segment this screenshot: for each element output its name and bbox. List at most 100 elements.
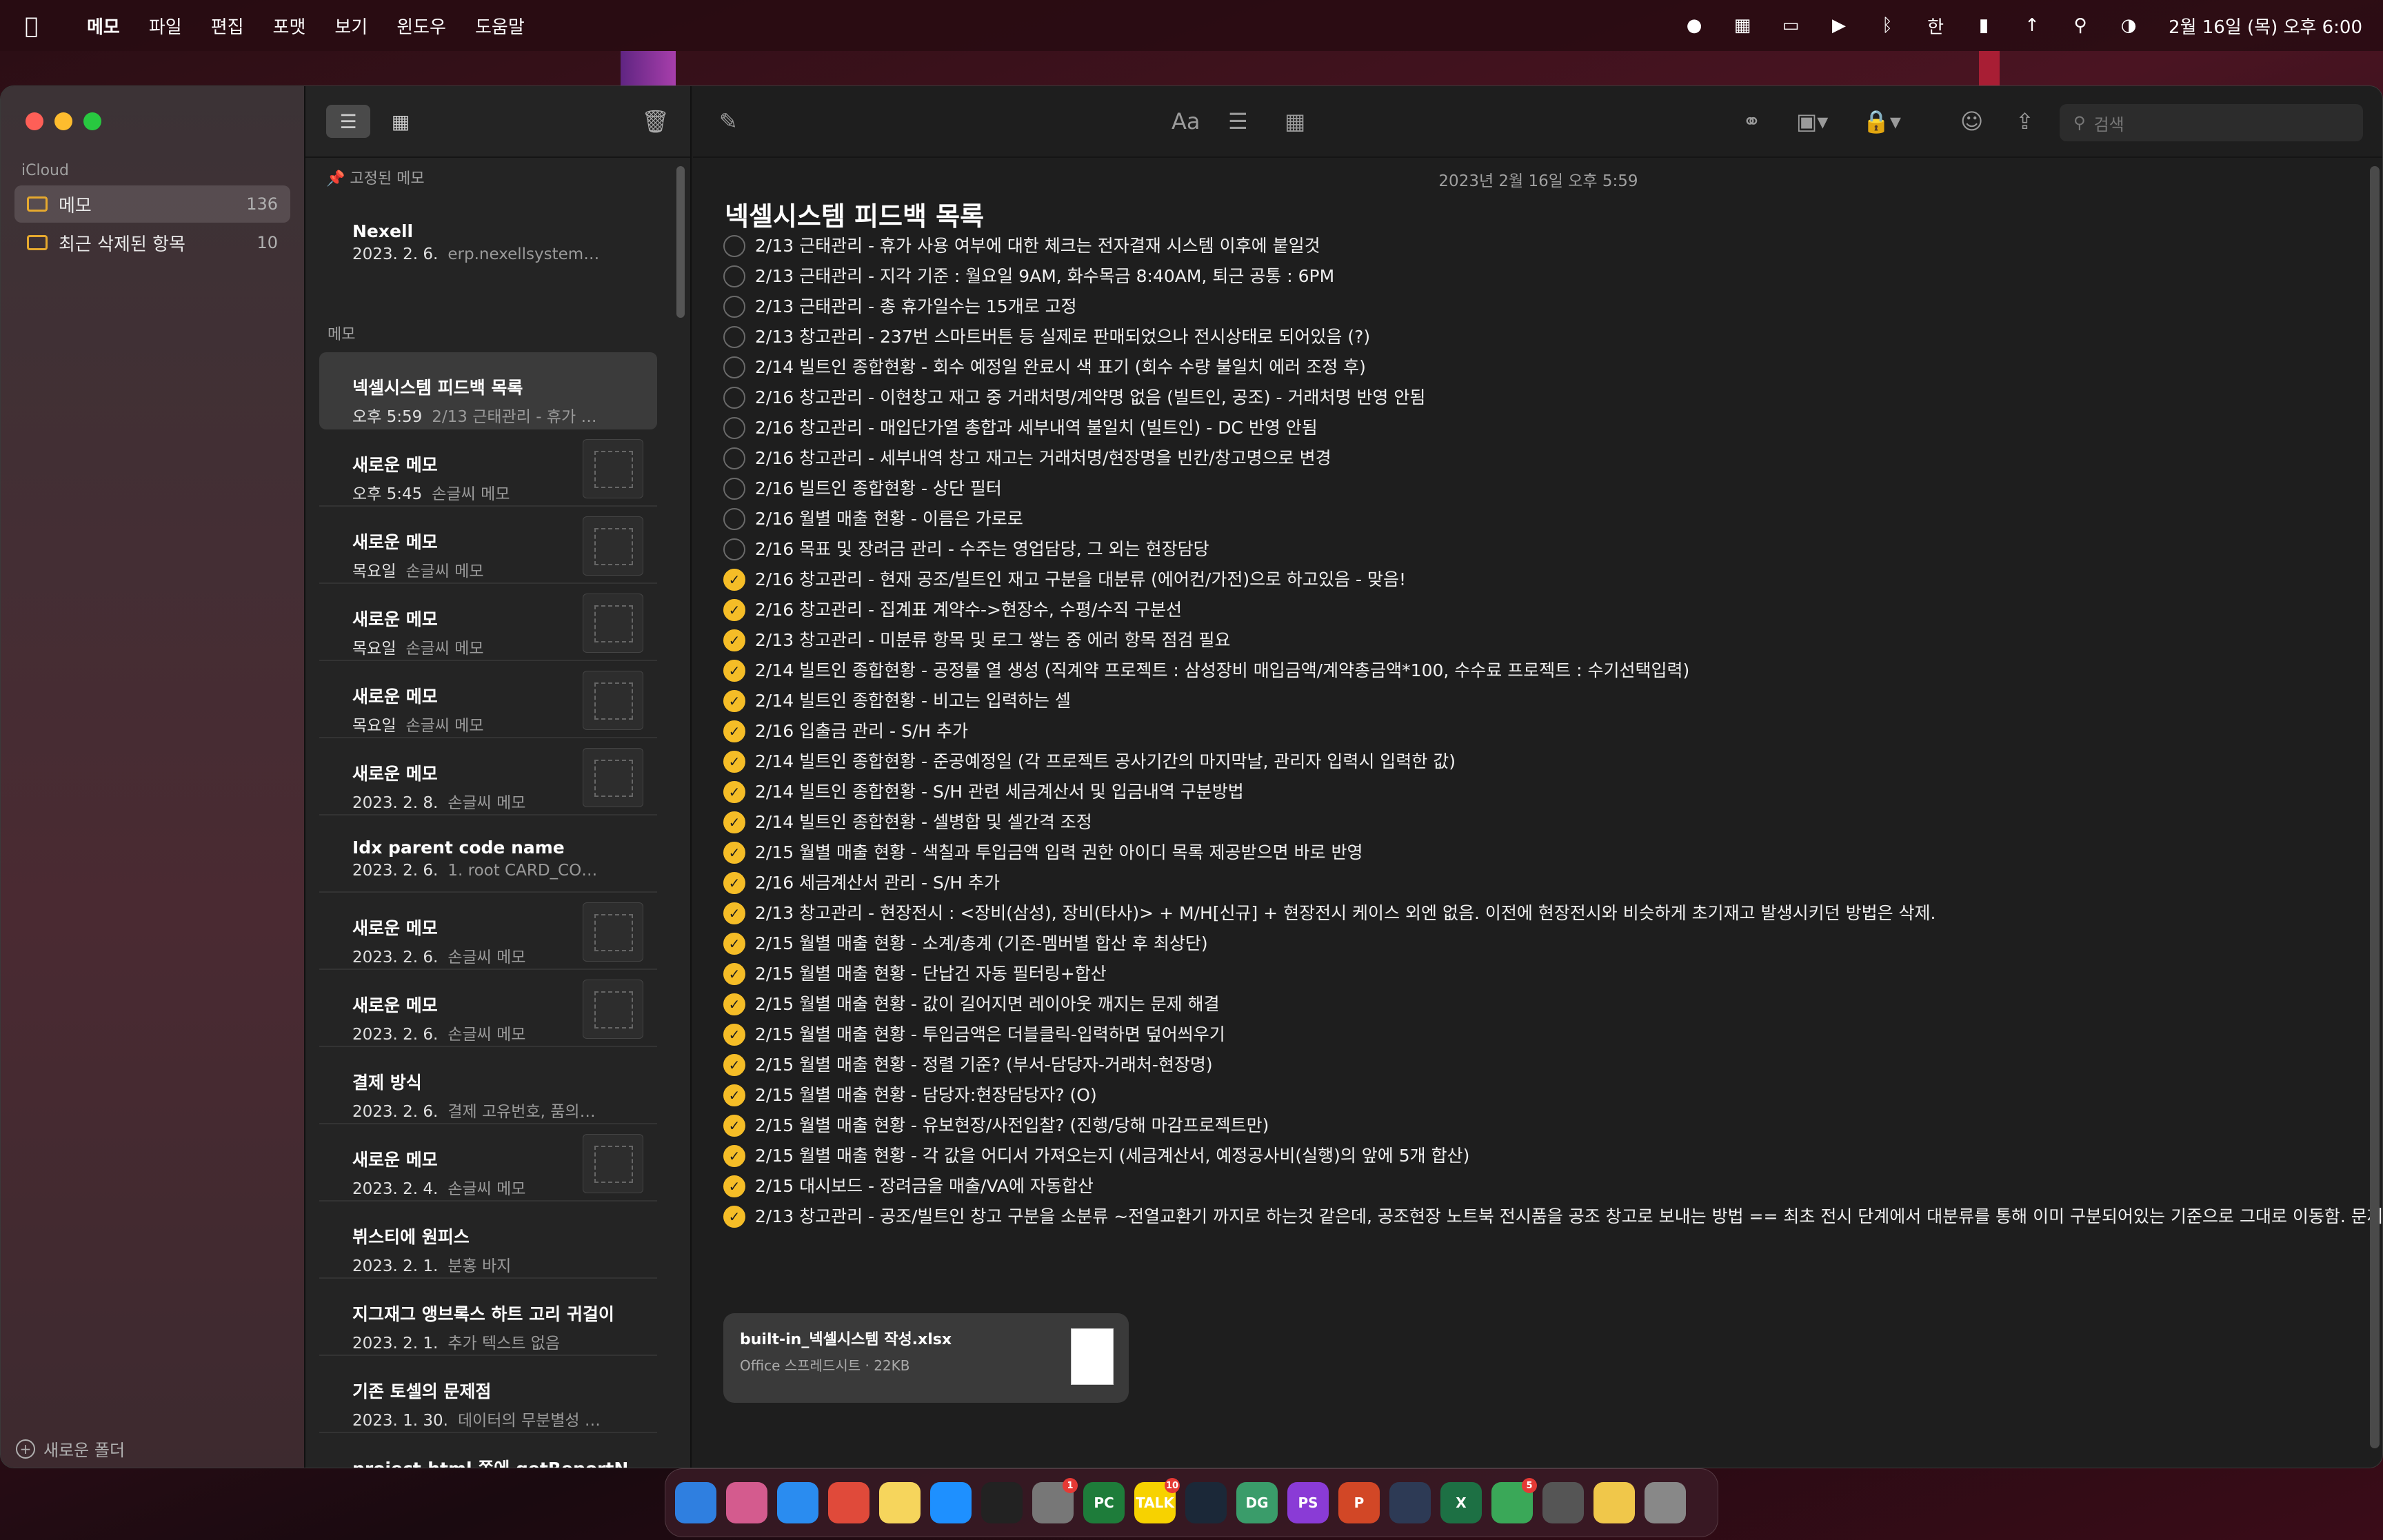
app-store-icon[interactable] (930, 1482, 972, 1523)
trash-icon[interactable] (1645, 1482, 1686, 1523)
checklist-text[interactable]: 2/15 월별 매출 현황 - 담당자:현장담당자? (O) (755, 1083, 2309, 1108)
list-item[interactable]: 넥셀시스템 피드백 목록오후 5:59 2/13 근태관리 - 휴가 사용... (319, 352, 657, 429)
checklist-text[interactable]: 2/14 빌트인 종합현황 - 셀병합 및 셀간격 조정 (755, 810, 2309, 835)
media-icon[interactable]: ▣▾ (1796, 108, 1828, 134)
close-button[interactable] (26, 112, 43, 130)
list-scrollbar[interactable] (676, 166, 685, 318)
checked-circle-icon[interactable]: ✓ (723, 1024, 745, 1046)
checklist-text[interactable]: 2/16 세금계산서 관리 - S/H 추가 (755, 871, 2309, 895)
chrome-icon[interactable] (828, 1482, 869, 1523)
list-item[interactable]: 결제 방식 2023. 2. 6. 결제 고유번호, 품의서 번... (319, 1047, 657, 1124)
photos-icon[interactable]: 5 (1491, 1478, 1537, 1523)
menu-file[interactable]: 파일 (149, 13, 182, 39)
launchpad-icon[interactable] (726, 1482, 767, 1523)
list-item[interactable]: 뷔스티에 원피스 2023. 2. 1. 분홍 바지 (319, 1202, 657, 1279)
checked-circle-icon[interactable]: ✓ (723, 842, 745, 864)
unchecked-circle-icon[interactable] (723, 538, 745, 560)
checklist-text[interactable]: 2/14 빌트인 종합현황 - 회수 예정일 완료시 색 표기 (회수 수량 불… (755, 355, 2309, 380)
menu-help[interactable]: 도움말 (475, 13, 525, 39)
checked-circle-icon[interactable]: ✓ (723, 902, 745, 924)
settings-icon[interactable]: 1 (1032, 1478, 1078, 1523)
checked-circle-icon[interactable]: ✓ (723, 963, 745, 985)
pycharm-icon[interactable]: PC (1083, 1482, 1125, 1523)
checklist-text[interactable]: 2/16 월별 매출 현황 - 이름은 가로로 (755, 507, 2309, 531)
checklist-text[interactable]: 2/15 월별 매출 현황 - 정렬 기준? (부서-담당자-거래처-현장명) (755, 1053, 2309, 1077)
unchecked-circle-icon[interactable] (723, 447, 745, 469)
checklist-text[interactable]: 2/15 월별 매출 현황 - 유보현장/사전입찰? (진행/당해 마감프로젝트… (755, 1113, 2309, 1138)
checklist-text[interactable]: 2/16 창고관리 - 이현창고 재고 중 거래처명/계약명 없음 (빌트인, … (755, 385, 2309, 410)
list-item[interactable]: 새로운 메모 2023. 2. 8. 손글씨 메모 (319, 738, 657, 815)
terminal-icon[interactable] (981, 1482, 1023, 1523)
finder-icon[interactable] (675, 1482, 716, 1523)
checklist-text[interactable]: 2/14 빌트인 종합현황 - 준공예정일 (각 프로젝트 공사기간의 마지막날… (755, 749, 2309, 774)
notes-2-icon[interactable] (1593, 1482, 1635, 1523)
checked-circle-icon[interactable]: ✓ (723, 993, 745, 1015)
unchecked-circle-icon[interactable] (723, 508, 745, 530)
safari-icon[interactable] (777, 1482, 818, 1523)
phpstorm-icon[interactable]: PS (1287, 1482, 1329, 1523)
checklist-text[interactable]: 2/15 월별 매출 현황 - 투입금액은 더블클릭-입력하면 덮어씌우기 (755, 1022, 2309, 1047)
checklist-text[interactable]: 2/15 월별 매출 현황 - 값이 길어지면 레이아웃 깨지는 문제 해결 (755, 992, 2309, 1017)
input-method-icon[interactable]: 한 (1923, 15, 1948, 38)
unchecked-circle-icon[interactable] (723, 356, 745, 378)
share-icon[interactable]: ⇪ (2015, 108, 2034, 134)
checked-circle-icon[interactable]: ✓ (723, 569, 745, 591)
checklist-text[interactable]: 2/14 빌트인 종합현황 - 비고는 입력하는 셀 (755, 689, 2309, 713)
search-icon[interactable]: ⚲ (2068, 15, 2093, 36)
list-item[interactable]: 기존 토셀의 문제점 2023. 1. 30. 데이터의 무분별성 - 무... (319, 1356, 657, 1433)
chatgpt-icon[interactable] (1389, 1482, 1431, 1523)
checklist-text[interactable]: 2/13 근태관리 - 지각 기준 : 월요일 9AM, 화수목금 8:40AM… (755, 264, 2309, 289)
checked-circle-icon[interactable]: ✓ (723, 1206, 745, 1228)
note-heading[interactable]: 넥셀시스템 피드백 목록 (725, 195, 984, 233)
list-item[interactable]: 지그재그 앵브록스 하트 고리 귀걸이 2023. 2. 1. 추가 텍스트 없음 (319, 1279, 657, 1356)
checklist-text[interactable]: 2/16 목표 및 장려금 관리 - 수주는 영업담당, 그 외는 현장담당 (755, 537, 2309, 562)
checked-circle-icon[interactable]: ✓ (723, 811, 745, 833)
display-icon[interactable]: ▭ (1778, 15, 1803, 36)
unchecked-circle-icon[interactable] (723, 387, 745, 409)
menu-view[interactable]: 보기 (334, 13, 368, 39)
unchecked-circle-icon[interactable] (723, 417, 745, 439)
list-item[interactable]: Idx parent code name 2023. 2. 6. 1. root C… (319, 815, 657, 893)
list-view-icon[interactable]: ☰ (326, 105, 370, 138)
play-icon[interactable]: ▶ (1827, 15, 1851, 36)
control-center-icon[interactable]: ◑ (2116, 15, 2141, 36)
editor-scrollbar[interactable] (2370, 166, 2380, 1448)
checked-circle-icon[interactable]: ✓ (723, 781, 745, 803)
checked-circle-icon[interactable]: ✓ (723, 751, 745, 773)
search-field[interactable]: ⚲ 검색 (2060, 104, 2363, 141)
checked-circle-icon[interactable]: ✓ (723, 933, 745, 955)
checklist-text[interactable]: 2/15 월별 매출 현황 - 색칠과 투입금액 입력 권한 아이디 목록 제공… (755, 840, 2309, 865)
checked-circle-icon[interactable]: ✓ (723, 872, 745, 894)
checklist-text[interactable]: 2/16 빌트인 종합현황 - 상단 필터 (755, 476, 2309, 501)
unchecked-circle-icon[interactable] (723, 478, 745, 500)
list-item[interactable]: 새로운 메모 목요일 손글씨 메모 (319, 661, 657, 738)
checked-circle-icon[interactable]: ✓ (723, 660, 745, 682)
list-item[interactable]: 새로운 메모 2023. 2. 4. 손글씨 메모 (319, 1124, 657, 1202)
bluetooth-icon[interactable]: ᛒ (1875, 15, 1900, 36)
checklist-text[interactable]: 2/16 창고관리 - 집계표 계약수->현장수, 수평/수직 구분선 (755, 598, 2309, 622)
unchecked-circle-icon[interactable] (723, 235, 745, 257)
checklist-text[interactable]: 2/13 창고관리 - 미분류 항목 및 로그 쌓는 중 에러 항목 점검 필요 (755, 628, 2309, 653)
unchecked-circle-icon[interactable] (723, 296, 745, 318)
list-item[interactable]: 새로운 메모 오후 5:45 손글씨 메모 (319, 429, 657, 507)
folder-recently-deleted[interactable]: 최근 삭제된 항목 10 (14, 224, 290, 261)
zoom-button[interactable] (83, 112, 101, 130)
checklist-icon[interactable]: ☰ (1228, 108, 1248, 134)
checked-circle-icon[interactable]: ✓ (723, 690, 745, 712)
checklist-text[interactable]: 2/13 창고관리 - 공조/빌트인 창고 구분을 소분류 ~전열교환기 까지로… (755, 1204, 2382, 1229)
calculator-icon[interactable] (1542, 1482, 1584, 1523)
steam-icon[interactable] (1185, 1482, 1227, 1523)
creative-cloud-icon[interactable]: ● (1682, 15, 1707, 36)
minimize-button[interactable] (54, 112, 72, 130)
checklist-text[interactable]: 2/13 창고관리 - 237번 스마트버튼 등 실제로 판매되었으나 전시상태… (755, 325, 2309, 349)
unchecked-circle-icon[interactable] (723, 326, 745, 348)
table-icon[interactable]: ▦ (1285, 108, 1305, 134)
trash-icon[interactable]: 🗑 (641, 108, 670, 134)
checked-circle-icon[interactable]: ✓ (723, 599, 745, 621)
unchecked-circle-icon[interactable] (723, 265, 745, 287)
powerpoint-icon[interactable]: P (1338, 1482, 1380, 1523)
checklist-text[interactable]: 2/13 근태관리 - 총 휴가일수는 15개로 고정 (755, 294, 2309, 319)
checklist-text[interactable]: 2/15 월별 매출 현황 - 소계/총계 (기존-멤버별 합산 후 최상단) (755, 931, 2309, 956)
checklist-text[interactable]: 2/13 근태관리 - 휴가 사용 여부에 대한 체크는 전자결재 시스템 이후… (755, 234, 2309, 259)
battery-icon[interactable]: ▮ (1971, 15, 1996, 36)
